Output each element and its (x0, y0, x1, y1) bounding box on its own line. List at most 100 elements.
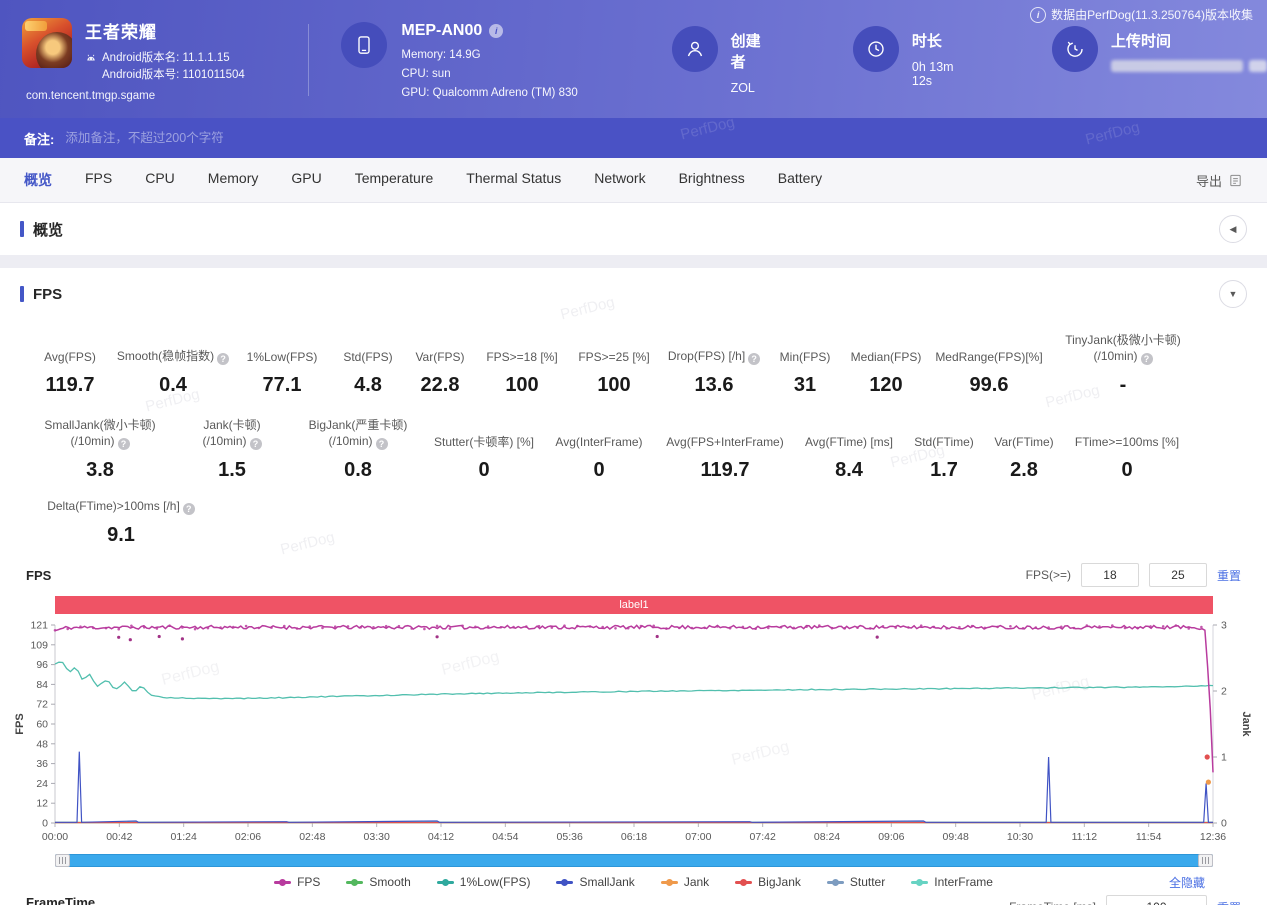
metric-label: Min(FPS) (768, 349, 842, 365)
frametime-reset-link[interactable]: 重置 (1217, 899, 1241, 906)
help-icon[interactable]: ? (748, 353, 760, 365)
section-divider (0, 255, 1267, 268)
perfdog-report-page: { "watermark": "PerfDog", "header": { "a… (0, 0, 1267, 913)
legend-marker (274, 881, 291, 884)
metric-value: 13.6 (660, 374, 768, 397)
legend-label: SmallJank (579, 875, 634, 889)
legend-marker (911, 881, 928, 884)
fps-threshold-input-1[interactable] (1081, 563, 1139, 587)
title-accent-bar (20, 286, 24, 302)
tab-battery[interactable]: Battery (778, 170, 822, 190)
metric-label: Std(FPS) (332, 349, 404, 365)
legend-marker (827, 881, 844, 884)
y-tick-label-right: 3 (1221, 620, 1227, 632)
metric-label-line2: (/10min)? (174, 433, 290, 450)
device-info-icon[interactable]: i (489, 24, 503, 38)
note-input[interactable] (63, 130, 1243, 146)
frametime-chart-title: FrameTime (26, 895, 95, 905)
y-tick-label-right: 2 (1221, 686, 1227, 698)
metric-value: 2.8 (984, 459, 1064, 482)
legend-item-stutter[interactable]: Stutter (827, 875, 885, 889)
metric-cell: Delta(FTime)>100ms [/h]?9.1 (26, 498, 216, 547)
help-icon[interactable]: ? (376, 438, 388, 450)
tab-thermal-status[interactable]: Thermal Status (466, 170, 561, 190)
tab-overview[interactable]: 概览 (24, 170, 52, 190)
tabs: 概览 FPS CPU Memory GPU Temperature Thermal Stat… (24, 170, 822, 190)
legend-item-bigjank[interactable]: BigJank (735, 875, 801, 889)
fps-collapse-button[interactable]: ▼ (1219, 280, 1247, 308)
report-header: 王者荣耀 Android版本名: 11.1.1.15 Android版本号: 1… (0, 0, 1267, 118)
help-icon[interactable]: ? (1141, 353, 1153, 365)
x-tick-label: 02:06 (235, 831, 261, 843)
legend-item-jank[interactable]: Jank (661, 875, 709, 889)
device-name: MEP-AN00 (401, 22, 482, 40)
tab-network[interactable]: Network (594, 170, 645, 190)
left-axis-title: FPS (14, 713, 26, 734)
help-icon[interactable]: ? (183, 503, 195, 515)
metric-value: 119.7 (656, 459, 794, 482)
metric-cell: Std(FPS)4.8 (332, 349, 404, 397)
metric-label: Drop(FPS) [/h]? (660, 348, 768, 365)
x-tick-label: 01:24 (171, 831, 197, 843)
hide-all-link[interactable]: 全隐藏 (1169, 874, 1205, 891)
x-tick-label: 04:12 (428, 831, 454, 843)
upload-icon-circle (1052, 26, 1098, 72)
x-tick-label: 12:36 (1200, 831, 1226, 843)
x-tick-label: 08:24 (814, 831, 840, 843)
tab-temperature[interactable]: Temperature (355, 170, 434, 190)
person-icon (685, 39, 705, 59)
frametime-section-partial: FrameTime FrameTime [ms] 重置 (0, 895, 1267, 905)
legend-item-fps[interactable]: FPS (274, 875, 320, 889)
tab-gpu[interactable]: GPU (291, 170, 321, 190)
info-icon: i (1030, 7, 1046, 23)
metric-value: 1.7 (904, 459, 984, 482)
fps-threshold-input-2[interactable] (1149, 563, 1207, 587)
duration-label: 时长 (912, 30, 974, 51)
fps-metrics-row-1: Avg(FPS)119.7Smooth(稳帧指数)?0.41%Low(FPS)7… (0, 332, 1267, 397)
metric-value: 100 (476, 374, 568, 397)
legend-marker (661, 881, 678, 884)
fps-section-title: FPS (20, 286, 62, 303)
x-tick-label: 07:42 (750, 831, 776, 843)
legend-item-smalljank[interactable]: SmallJank (556, 875, 634, 889)
legend-label: InterFrame (934, 875, 993, 889)
overview-section: 概览 ◀ (0, 203, 1267, 255)
frametime-threshold-input[interactable] (1106, 895, 1207, 905)
tab-brightness[interactable]: Brightness (679, 170, 745, 190)
metric-label: FPS>=25 [%] (568, 349, 660, 365)
tab-memory[interactable]: Memory (208, 170, 259, 190)
metric-cell: 1%Low(FPS)77.1 (232, 349, 332, 397)
metric-cell: Avg(FPS)119.7 (26, 349, 114, 397)
metric-label: Avg(FPS) (26, 349, 114, 365)
clock-icon (866, 39, 886, 59)
legend-item-smooth[interactable]: Smooth (346, 875, 410, 889)
y-tick-label: 24 (36, 778, 48, 790)
scrollbar-left-handle[interactable] (55, 854, 70, 867)
fps-chart-plot[interactable] (55, 625, 1213, 823)
help-icon[interactable]: ? (118, 438, 130, 450)
android-icon (85, 53, 97, 65)
metric-value: 77.1 (232, 374, 332, 397)
legend-label: 1%Low(FPS) (460, 875, 531, 889)
legend-item-1-low-fps-[interactable]: 1%Low(FPS) (437, 875, 531, 889)
fps-threshold-reset-link[interactable]: 重置 (1217, 567, 1241, 584)
help-icon[interactable]: ? (217, 353, 229, 365)
tab-cpu[interactable]: CPU (145, 170, 175, 190)
metric-label: Median(FPS) (842, 349, 930, 365)
legend-label: Smooth (369, 875, 410, 889)
frametime-threshold-label: FrameTime [ms] (1009, 900, 1096, 905)
fps-chart-title: FPS (26, 568, 51, 583)
export-button[interactable]: 导出 (1196, 171, 1243, 190)
scrollbar-right-handle[interactable] (1198, 854, 1213, 867)
metric-value: 100 (568, 374, 660, 397)
upload-label: 上传时间 (1111, 30, 1267, 51)
legend-item-interframe[interactable]: InterFrame (911, 875, 993, 889)
help-icon[interactable]: ? (250, 438, 262, 450)
tab-fps[interactable]: FPS (85, 170, 112, 190)
chart-range-scrollbar[interactable] (55, 854, 1213, 867)
legend-marker (346, 881, 363, 884)
note-label: 备注: (24, 129, 54, 148)
metric-label: Smooth(稳帧指数)? (114, 348, 232, 365)
package-name: com.tencent.tmgp.sgame (26, 90, 306, 102)
overview-collapse-button[interactable]: ◀ (1219, 215, 1247, 243)
